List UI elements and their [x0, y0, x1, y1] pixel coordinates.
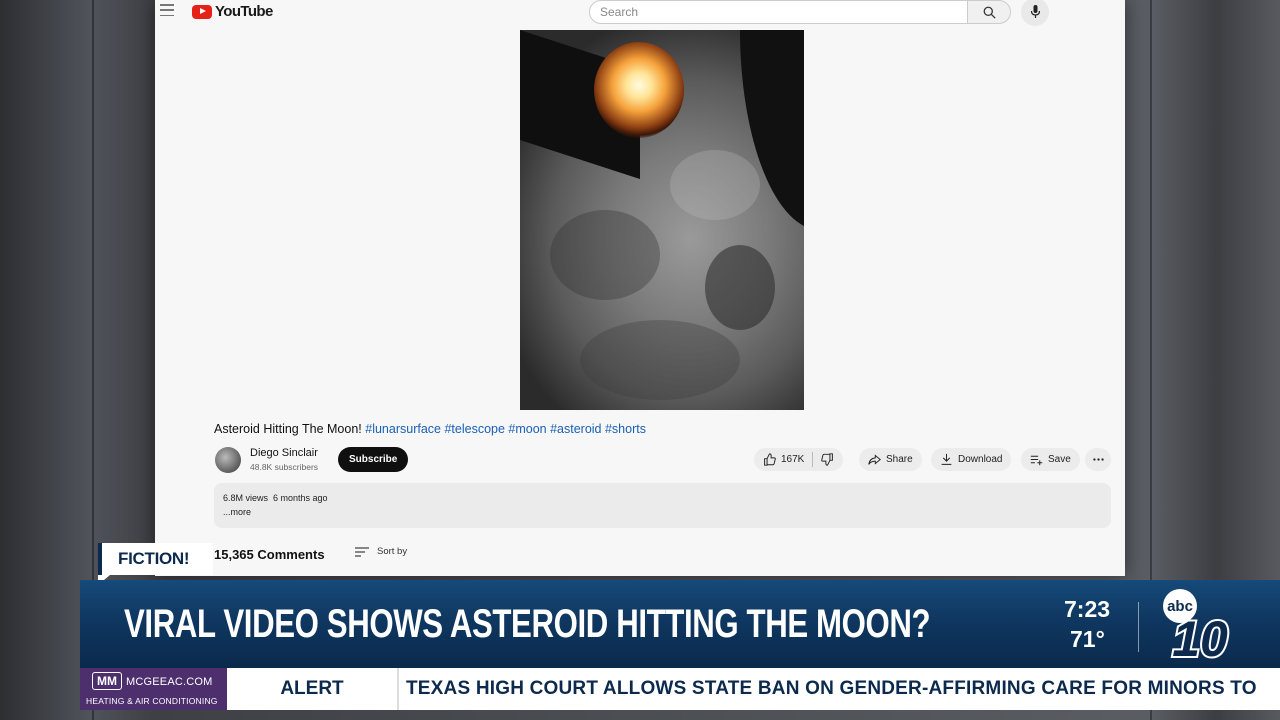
like-count[interactable]: 167K — [781, 454, 804, 465]
youtube-screenshot: YouTube Search Asteroid Hitting The Moon… — [155, 0, 1125, 576]
ticker-viewport: TEXAS HIGH COURT ALLOWS STATE BAN ON GEN… — [400, 668, 1280, 710]
thumbs-down-icon[interactable] — [821, 453, 834, 466]
divider — [812, 452, 814, 467]
more-horizontal-icon — [1092, 458, 1104, 461]
news-lower-third: VIRAL VIDEO SHOWS ASTEROID HITTING THE M… — [80, 580, 1280, 668]
subscriber-count: 48.8K subscribers — [250, 462, 319, 472]
youtube-play-icon — [192, 4, 212, 19]
moon-crater — [705, 245, 775, 330]
save-button[interactable]: Save — [1021, 448, 1080, 471]
video-title: Asteroid Hitting The Moon! #lunarsurface… — [214, 422, 646, 436]
more-actions-button[interactable] — [1085, 448, 1111, 471]
comments-count: 15,365 Comments — [214, 547, 325, 562]
abc-10-station-logo: abc 10 — [1163, 589, 1230, 662]
clock-time: 7:23 — [1064, 596, 1111, 622]
sponsor-site: MCGEEAC.COM — [126, 676, 213, 688]
video-player[interactable] — [520, 30, 804, 410]
youtube-logo-text: YouTube — [215, 3, 273, 20]
station-number-text: 10 — [1172, 611, 1228, 662]
asteroid-impact-flash — [594, 42, 684, 138]
youtube-logo[interactable]: YouTube — [192, 3, 273, 20]
news-ticker: MM MCGEEAC.COM HEATING & AIR CONDITIONIN… — [80, 668, 1280, 710]
subscribe-button[interactable]: Subscribe — [338, 447, 409, 472]
headline: VIRAL VIDEO SHOWS ASTEROID HITTING THE M… — [124, 602, 931, 646]
share-icon — [868, 454, 881, 465]
channel-name[interactable]: Diego Sinclair — [250, 447, 318, 459]
sort-icon — [355, 546, 369, 557]
add-to-playlist-icon — [1030, 455, 1043, 466]
fiction-label: FICTION! — [98, 543, 213, 585]
hamburger-menu-icon[interactable] — [160, 4, 174, 16]
upload-age: 6 months ago — [273, 493, 328, 503]
sponsor-block: MM MCGEEAC.COM HEATING & AIR CONDITIONIN… — [80, 668, 227, 710]
microphone-icon — [1030, 5, 1040, 18]
sponsor-tagline: HEATING & AIR CONDITIONING — [86, 696, 218, 706]
video-hashtags[interactable]: #lunarsurface #telescope #moon #asteroid… — [365, 422, 646, 436]
download-label: Download — [958, 454, 1003, 465]
sort-comments-button[interactable]: Sort by — [355, 546, 407, 557]
voice-search-button[interactable] — [1021, 0, 1049, 26]
show-more-link[interactable]: ...more — [223, 505, 1102, 519]
search-input[interactable]: Search — [589, 0, 969, 24]
search-button[interactable] — [967, 0, 1011, 24]
share-button[interactable]: Share — [859, 448, 922, 471]
temperature: 71° — [1070, 626, 1105, 652]
save-label: Save — [1048, 454, 1071, 465]
moon-mare — [550, 210, 660, 300]
share-label: Share — [886, 454, 913, 465]
moon-mare — [580, 320, 740, 400]
download-icon — [941, 453, 952, 465]
moon-highland — [670, 150, 760, 220]
sort-label: Sort by — [377, 546, 408, 557]
view-count: 6.8M views — [223, 493, 269, 503]
description-box[interactable]: 6.8M views 6 months ago ...more — [214, 483, 1111, 528]
video-stats: 6.8M views 6 months ago — [223, 491, 1102, 505]
alert-label: ALERT — [227, 668, 399, 710]
video-title-text: Asteroid Hitting The Moon! — [214, 422, 362, 436]
channel-avatar[interactable] — [215, 447, 241, 473]
search-icon — [983, 6, 996, 19]
ticker-text: TEXAS HIGH COURT ALLOWS STATE BAN ON GEN… — [406, 678, 1257, 699]
download-button[interactable]: Download — [931, 448, 1012, 471]
sponsor-logo: MM — [92, 672, 122, 690]
thumbs-up-icon[interactable] — [763, 453, 776, 466]
like-dislike-group: 167K — [754, 448, 844, 471]
divider — [1138, 602, 1139, 652]
